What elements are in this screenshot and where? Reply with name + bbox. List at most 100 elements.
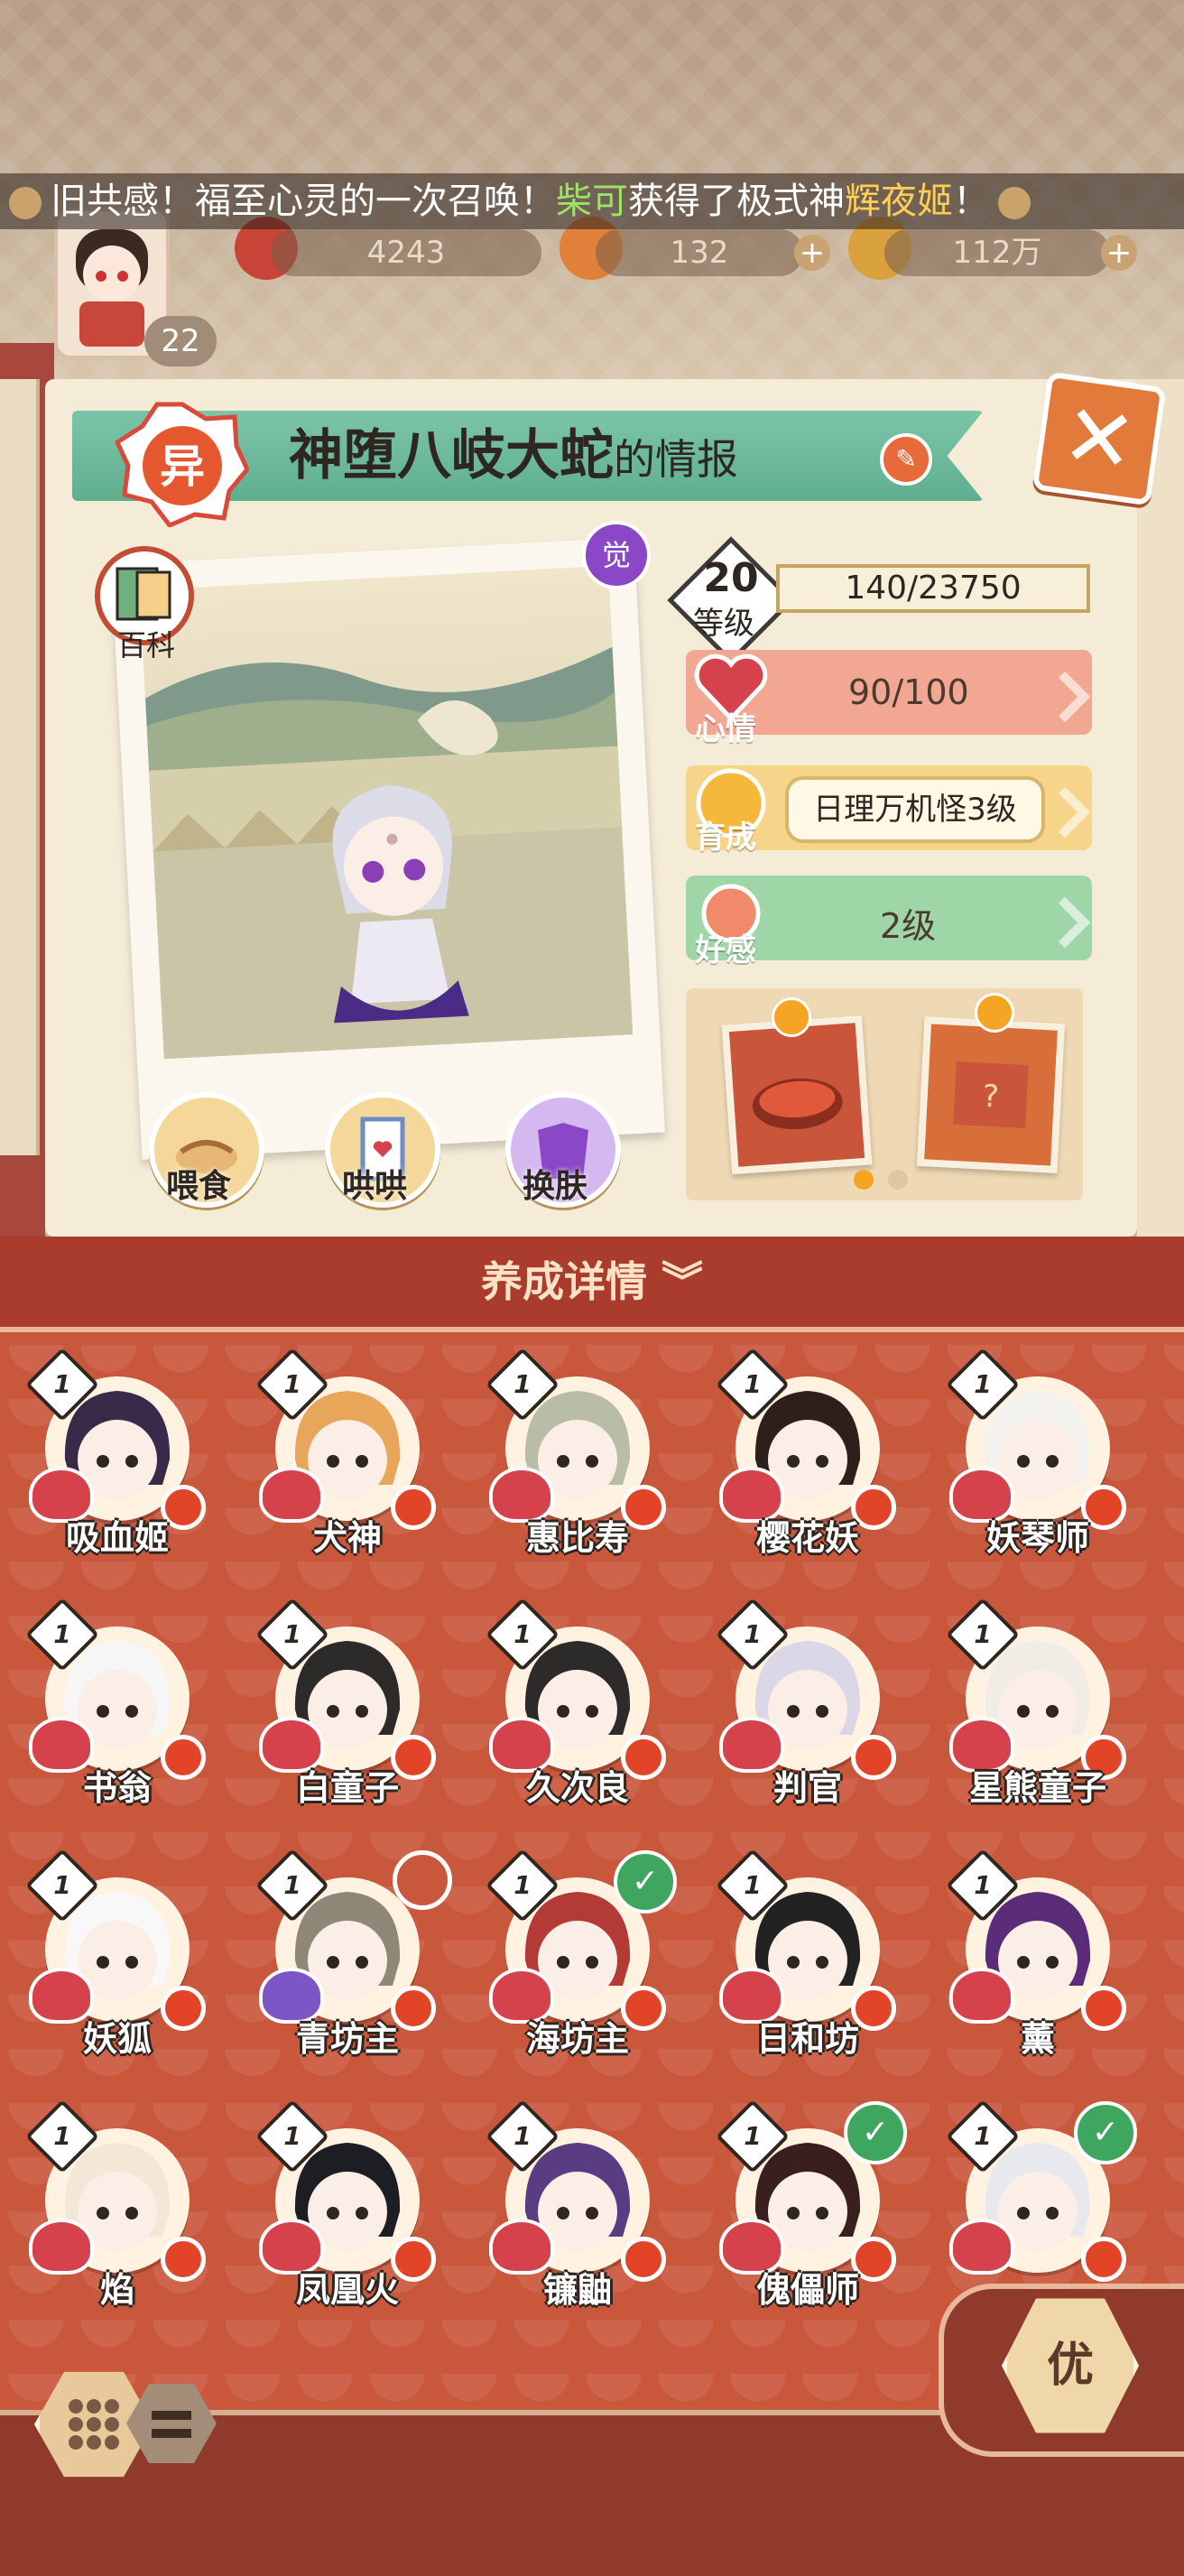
status-ring-icon xyxy=(393,1850,452,1910)
roster-level: 1 xyxy=(283,1619,301,1649)
flower-icon xyxy=(998,187,1031,219)
roster-level: 1 xyxy=(513,1619,532,1649)
book-page-edge xyxy=(0,379,40,1155)
shikigami-character[interactable] xyxy=(303,772,487,1033)
notification-dot xyxy=(1081,2237,1126,2282)
roster-level: 1 xyxy=(974,1870,992,1900)
pager-dot-active[interactable] xyxy=(854,1170,874,1190)
close-button[interactable]: ✕ xyxy=(1031,371,1167,506)
shikigami-name-label: 妖琴师 xyxy=(985,1518,1089,1558)
page-title: 神堕八岐大蛇的情报 xyxy=(289,415,738,500)
pin-icon xyxy=(975,993,1014,1033)
roster-card[interactable]: 1 镰鼬 xyxy=(485,2099,668,2318)
banner-shikigami: 辉夜姬 xyxy=(845,181,953,222)
shikigami-name: 神堕八岐大蛇 xyxy=(289,424,614,487)
shikigami-name-label: 判官 xyxy=(772,1768,842,1808)
section-title[interactable]: 养成详情 ︾ xyxy=(0,1246,1184,1318)
shikigami-name-label: 久次良 xyxy=(525,1768,629,1808)
shikigami-name-label: 薰 xyxy=(1020,2019,1055,2059)
shikigami-name-label: 白童子 xyxy=(295,1768,399,1808)
banner-prefix: 旧共感！福至心灵的一次召唤！ xyxy=(51,181,556,222)
roster-card[interactable]: 1 妖狐 xyxy=(24,1848,208,2067)
roster-level: 1 xyxy=(974,1369,992,1399)
shikigami-name-label: 书翁 xyxy=(82,1768,152,1808)
train-label: 育成 xyxy=(695,820,756,856)
roster-level: 1 xyxy=(744,1369,762,1399)
edit-pencil-button[interactable]: ✎ xyxy=(880,433,932,486)
roster-level: 1 xyxy=(513,2121,532,2151)
roster-card[interactable]: 1 星熊童子 xyxy=(945,1597,1128,1816)
pager-dot[interactable] xyxy=(888,1170,908,1190)
roster-card[interactable]: 1焰 xyxy=(24,2099,208,2318)
roster-card[interactable]: 1 白童子 xyxy=(254,1597,438,1816)
rarity-label: 异 xyxy=(160,440,205,493)
roster-card[interactable]: 1 妖琴师 xyxy=(945,1347,1128,1566)
roster-card[interactable]: 1 惠比寿 xyxy=(485,1347,668,1566)
shikigami-name-label: 焰 xyxy=(99,2270,134,2310)
awaken-badge: 觉 xyxy=(582,521,651,589)
title-suffix: 的情报 xyxy=(614,435,738,484)
skin-label: 换肤 xyxy=(522,1168,587,1205)
shikigami-name-label: 日和坊 xyxy=(755,2019,859,2059)
shikigami-name-label: 镰鼬 xyxy=(542,2270,612,2310)
roster-card[interactable]: 1 青坊主 xyxy=(254,1848,452,2067)
mood-label: 心情 xyxy=(695,711,756,747)
announcement-banner: 旧共感！福至心灵的一次召唤！柴可获得了极式神辉夜姬！ xyxy=(0,173,1184,229)
mood-value: 90/100 xyxy=(848,672,969,712)
roster-card[interactable]: 1 犬神 xyxy=(254,1347,438,1566)
close-icon: ✕ xyxy=(1056,383,1142,495)
add-currency3-button[interactable]: + xyxy=(1101,235,1137,271)
level-label: 等级 xyxy=(693,606,754,642)
roster-card[interactable]: 1 书翁 xyxy=(24,1597,208,1816)
player-level-badge: 22 xyxy=(144,316,217,366)
roster-card[interactable]: 1 ✓ 海坊主 xyxy=(485,1848,677,2067)
shikigami-name-label: 吸血姬 xyxy=(65,1518,169,1558)
roster-level: 1 xyxy=(744,1870,762,1900)
photo-scene xyxy=(139,565,634,1060)
currency2-value: 132 xyxy=(596,229,803,276)
check-icon: ✓ xyxy=(844,2101,907,2164)
roster-card[interactable]: 1 久次良 xyxy=(485,1597,668,1816)
currency1-value: 4243 xyxy=(271,229,541,276)
roster-card[interactable]: 1薰 xyxy=(945,1848,1128,2067)
roster-level: 1 xyxy=(744,1619,762,1649)
shikigami-name-label: 犬神 xyxy=(312,1518,382,1558)
coax-label: 哄哄 xyxy=(341,1168,407,1205)
train-value: 日理万机怪3级 xyxy=(785,776,1045,843)
favor-label: 好感 xyxy=(695,932,756,968)
roster-level: 1 xyxy=(53,1619,71,1649)
roster-card[interactable]: 1 日和坊 xyxy=(715,1848,898,2067)
roster-level: 1 xyxy=(283,1369,301,1399)
roster-card[interactable]: 1 吸血姬 xyxy=(24,1347,208,1566)
svg-text:?: ? xyxy=(982,1079,1000,1116)
encyclopedia-label: 百科 xyxy=(117,628,176,663)
exp-bar: 140/23750 xyxy=(776,564,1090,613)
double-chevron-down-icon: ︾ xyxy=(661,1257,703,1306)
roster-level: 1 xyxy=(283,2121,301,2151)
banner-middle: 获得了极式神 xyxy=(628,181,845,222)
rarity-badge: 异 xyxy=(114,401,250,529)
roster-card[interactable]: 1 ✓ 傀儡师 xyxy=(715,2099,907,2318)
favor-value: 2级 xyxy=(880,906,937,946)
shikigami-name-label: 星熊童子 xyxy=(968,1768,1106,1808)
add-currency2-button[interactable]: + xyxy=(794,235,830,271)
banner-player: 柴可 xyxy=(556,181,628,222)
shikigami-name-label: 傀儡师 xyxy=(755,2270,859,2310)
shikigami-name-label: 妖狐 xyxy=(82,2019,152,2059)
roster-card[interactable]: 1 凤凰火 xyxy=(254,2099,438,2318)
feed-label: 喂食 xyxy=(165,1168,231,1205)
check-icon: ✓ xyxy=(1074,2101,1137,2164)
roster-card[interactable]: 1 判官 xyxy=(715,1597,898,1816)
roster-level: 1 xyxy=(974,1619,992,1649)
roster-card[interactable]: 1 樱花妖 xyxy=(715,1347,898,1566)
shikigami-name-label: 惠比寿 xyxy=(525,1518,629,1558)
roster-level: 1 xyxy=(513,1369,532,1399)
pin-icon xyxy=(772,997,811,1037)
check-icon: ✓ xyxy=(614,1850,677,1913)
hotpot-gift[interactable] xyxy=(721,1015,873,1175)
roster-level: 1 xyxy=(744,2121,762,2151)
mystery-gift[interactable]: ? xyxy=(916,1016,1066,1173)
level-value: 20 xyxy=(703,555,759,601)
roster-level: 1 xyxy=(283,1870,301,1900)
shikigami-name-label: 凤凰火 xyxy=(295,2270,399,2310)
